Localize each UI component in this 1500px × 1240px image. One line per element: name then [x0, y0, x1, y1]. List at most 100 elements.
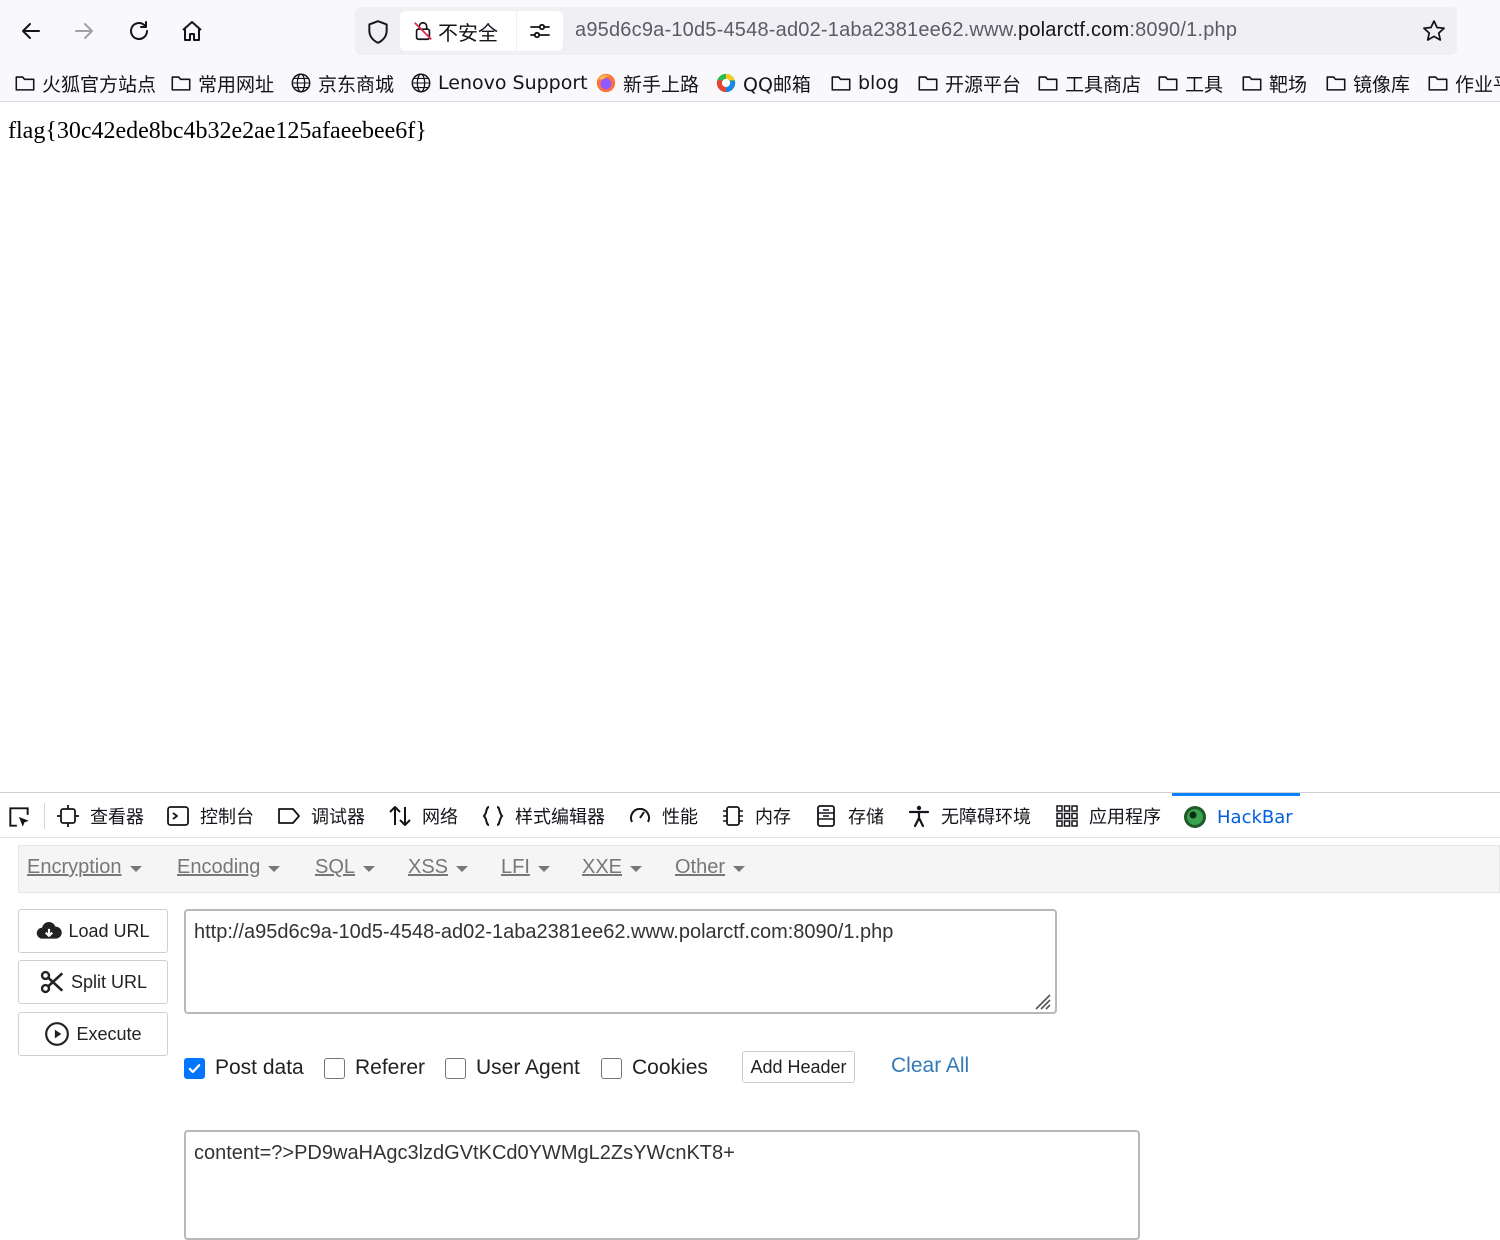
hackbar-menu-bar: Encryption Encoding SQL XSS LFI XXE Othe…	[18, 845, 1500, 893]
bookmark-label: 京东商城	[318, 73, 395, 96]
folder-icon	[1242, 76, 1262, 91]
menu-xxe[interactable]: XXE	[582, 856, 643, 879]
storage-icon	[817, 804, 835, 827]
menu-xss[interactable]: XSS	[408, 856, 469, 879]
bookmark-item[interactable]: QQ邮箱	[715, 70, 811, 96]
url-textarea[interactable]: http://a95d6c9a-10d5-4548-ad02-1aba2381e…	[184, 909, 1057, 1014]
tab-debugger[interactable]: 调试器	[277, 793, 365, 838]
folder-icon	[171, 76, 191, 91]
globe-icon	[291, 73, 311, 93]
bookmark-item[interactable]: 靶场	[1241, 70, 1307, 96]
tab-style-editor[interactable]: 样式编辑器	[481, 793, 605, 838]
post-data-checkbox[interactable]	[184, 1057, 205, 1079]
execute-button[interactable]: Execute	[18, 1012, 168, 1056]
post-data-textarea[interactable]: content=?>PD9waHAgc3lzdGVtKCd0YWMgL2ZsYW…	[184, 1130, 1140, 1240]
menu-encryption[interactable]: Encryption	[27, 856, 142, 879]
tab-label: 应用程序	[1089, 806, 1161, 828]
menu-other[interactable]: Other	[675, 856, 746, 879]
post-data-option[interactable]: Post data	[184, 1055, 304, 1081]
bookmark-label: 新手上路	[623, 73, 700, 96]
forward-button[interactable]	[64, 11, 104, 51]
menu-sql[interactable]: SQL	[315, 856, 376, 879]
caret-down-icon	[129, 865, 142, 872]
clear-all-link[interactable]: Clear All	[891, 1054, 969, 1078]
shield-icon[interactable]	[365, 19, 391, 45]
url-domain: polarctf.com	[1018, 19, 1130, 41]
tab-memory[interactable]: 内存	[721, 793, 791, 838]
page-flag-text: flag{30c42ede8bc4b32e2ae125afaeebee6f}	[8, 118, 427, 144]
tab-label: HackBar	[1217, 806, 1293, 828]
load-url-button[interactable]: Load URL	[18, 909, 168, 953]
bookmark-label: 靶场	[1269, 73, 1308, 96]
menu-lfi[interactable]: LFI	[501, 856, 550, 879]
devtools-tabbar: 查看器 控制台 调试器 网络 样式编辑器 性能 内存 存储 无障碍环境 应用程序…	[0, 793, 1500, 838]
caret-down-icon	[630, 865, 643, 872]
folder-icon	[1428, 76, 1448, 91]
tab-label: 无障碍环境	[941, 806, 1031, 828]
bookmark-item[interactable]: 京东商城	[290, 70, 394, 96]
tab-accessibility[interactable]: 无障碍环境	[907, 793, 1031, 838]
reload-button[interactable]	[119, 11, 159, 51]
bookmark-item[interactable]: 作业平	[1427, 70, 1500, 96]
bookmark-item[interactable]: blog	[830, 70, 899, 96]
bookmark-label: 常用网址	[198, 73, 275, 96]
tab-hackbar[interactable]: HackBar	[1172, 793, 1300, 838]
checkmark-icon	[188, 1063, 201, 1073]
caret-down-icon	[268, 865, 281, 872]
bookmark-label: 作业平	[1455, 73, 1500, 96]
insecure-label: 不安全	[438, 20, 498, 45]
add-header-button[interactable]: Add Header	[742, 1051, 855, 1083]
tab-application[interactable]: 应用程序	[1055, 793, 1161, 838]
tab-performance[interactable]: 性能	[628, 793, 698, 838]
arrow-right-icon	[75, 23, 93, 39]
tab-network[interactable]: 网络	[388, 793, 458, 838]
split-url-label: Split URL	[70, 971, 148, 992]
bookmark-item[interactable]: 新手上路	[595, 70, 699, 96]
bookmark-item[interactable]: 开源平台	[917, 70, 1021, 96]
referer-option[interactable]: Referer	[324, 1055, 425, 1081]
bookmark-label: blog	[858, 72, 900, 94]
memory-icon	[723, 805, 743, 826]
permissions-button[interactable]	[517, 11, 563, 51]
bookmark-label: 镜像库	[1353, 73, 1411, 96]
tab-inspector[interactable]: 查看器	[56, 793, 144, 838]
user-agent-option[interactable]: User Agent	[445, 1055, 580, 1081]
bookmark-item[interactable]: 工具商店	[1037, 70, 1141, 96]
menu-label: Other	[675, 856, 726, 878]
home-button[interactable]	[172, 11, 212, 51]
tab-label: 调试器	[311, 806, 365, 828]
cloud-download-icon	[37, 922, 63, 939]
browser-toolbar: 不安全 a95d6c9a-10d5-4548-ad02-1aba2381ee62…	[0, 0, 1500, 62]
element-picker-icon[interactable]	[6, 804, 32, 830]
cookies-checkbox[interactable]	[601, 1057, 622, 1079]
insecure-connection-indicator[interactable]: 不安全	[400, 11, 516, 51]
bookmark-item[interactable]: 火狐官方站点	[14, 70, 156, 96]
resize-grip-icon[interactable]	[1030, 989, 1052, 1011]
console-icon	[167, 805, 189, 826]
folder-icon	[15, 76, 35, 91]
url-text[interactable]: a95d6c9a-10d5-4548-ad02-1aba2381ee62.www…	[575, 19, 1237, 42]
bookmark-item[interactable]: 镜像库	[1325, 70, 1410, 96]
style-editor-icon	[482, 805, 504, 826]
cookies-option[interactable]: Cookies	[601, 1055, 708, 1081]
bookmark-item[interactable]: 工具	[1157, 70, 1223, 96]
inspector-icon	[57, 804, 79, 827]
bookmark-item[interactable]: Lenovo Support	[410, 70, 588, 96]
bookmark-label: 火狐官方站点	[42, 73, 157, 96]
back-button[interactable]	[11, 11, 51, 51]
menu-label: XSS	[408, 856, 449, 878]
caret-down-icon	[363, 865, 376, 872]
referer-checkbox[interactable]	[324, 1057, 345, 1079]
address-bar[interactable]: 不安全 a95d6c9a-10d5-4548-ad02-1aba2381ee62…	[355, 7, 1457, 55]
user-agent-checkbox[interactable]	[445, 1057, 466, 1079]
menu-encoding[interactable]: Encoding	[177, 856, 281, 879]
split-url-button[interactable]: Split URL	[18, 960, 168, 1004]
tab-storage[interactable]: 存储	[814, 793, 884, 838]
menu-label: SQL	[315, 856, 356, 878]
folder-icon	[1038, 76, 1058, 91]
tab-console[interactable]: 控制台	[166, 793, 254, 838]
bookmark-star-icon[interactable]	[1421, 18, 1447, 44]
bookmark-item[interactable]: 常用网址	[170, 70, 274, 96]
performance-icon	[630, 807, 650, 822]
globe-icon	[411, 73, 431, 93]
